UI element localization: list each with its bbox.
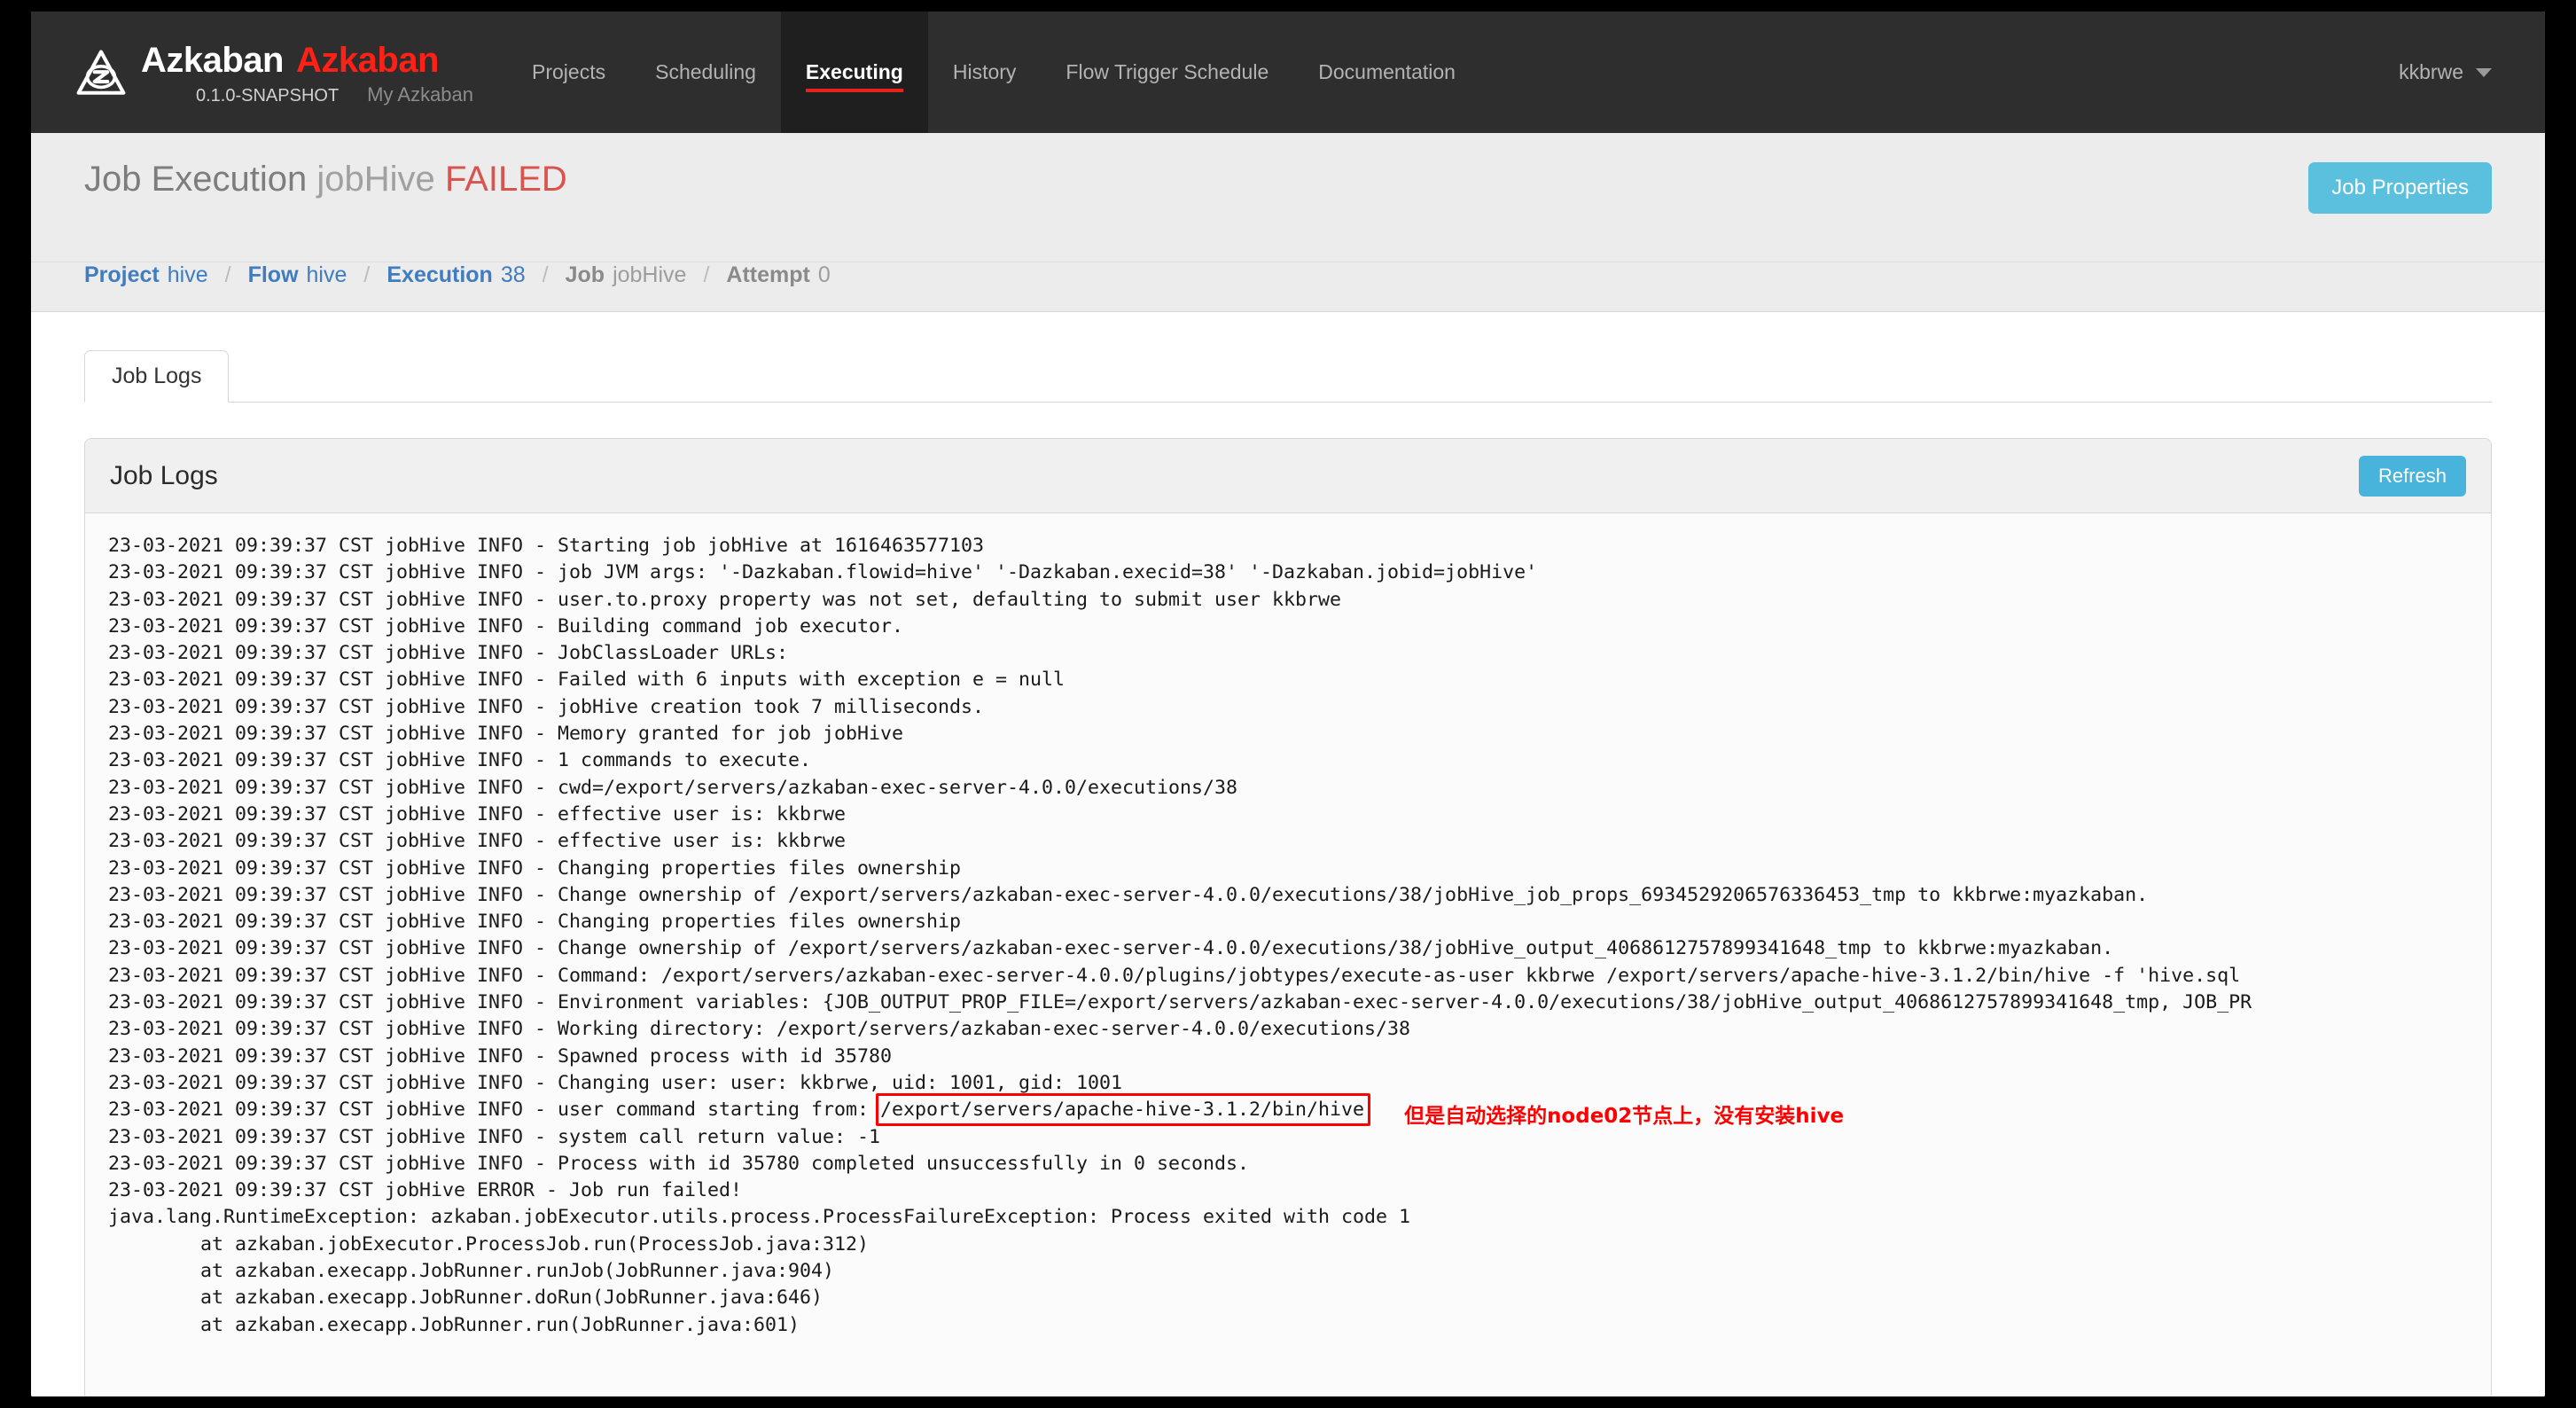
log-line: 23-03-2021 09:39:37 CST jobHive INFO - E… bbox=[108, 991, 2252, 1014]
browser-page: Azkaban Azkaban 0.1.0-SNAPSHOT My Azkaba… bbox=[31, 12, 2545, 1396]
breadcrumb-value-job: jobHive bbox=[613, 262, 687, 287]
tab-bar: Job Logs bbox=[84, 348, 2492, 403]
nav-item-projects[interactable]: Projects bbox=[507, 12, 630, 133]
log-line: 23-03-2021 09:39:37 CST jobHive INFO - C… bbox=[108, 937, 2114, 960]
nav-item-executing[interactable]: Executing bbox=[780, 12, 928, 133]
breadcrumb-key-attempt: Attempt bbox=[726, 262, 810, 287]
main-content: Job Logs Job Logs Refresh 23-03-2021 09:… bbox=[31, 312, 2545, 1396]
breadcrumb-value-execution: 38 bbox=[500, 262, 526, 287]
chevron-down-icon bbox=[2476, 67, 2492, 77]
job-logs-body[interactable]: 23-03-2021 09:39:37 CST jobHive INFO - S… bbox=[85, 513, 2491, 1396]
breadcrumb-key-flow: Flow bbox=[247, 262, 299, 287]
log-line: at azkaban.execapp.JobRunner.run(JobRunn… bbox=[108, 1313, 800, 1336]
log-line: 23-03-2021 09:39:37 CST jobHive INFO - J… bbox=[108, 642, 789, 665]
log-line: 23-03-2021 09:39:37 CST jobHive INFO - S… bbox=[108, 535, 985, 557]
brand-version: 0.1.0-SNAPSHOT bbox=[196, 86, 340, 106]
status-badge: FAILED bbox=[444, 160, 567, 199]
log-line: 23-03-2021 09:39:37 CST jobHive INFO - F… bbox=[108, 669, 1066, 692]
breadcrumb-item-project[interactable]: Project hive bbox=[84, 262, 208, 288]
job-logs-panel-title: Job Logs bbox=[110, 460, 218, 490]
job-properties-button[interactable]: Job Properties bbox=[2308, 162, 2492, 214]
job-logs-panel: Job Logs Refresh 23-03-2021 09:39:37 CST… bbox=[84, 438, 2492, 1396]
log-line: 23-03-2021 09:39:37 CST jobHive INFO - C… bbox=[108, 911, 962, 934]
log-line: 23-03-2021 09:39:37 CST jobHive INFO - j… bbox=[108, 561, 1538, 584]
breadcrumb-separator: / bbox=[363, 262, 371, 287]
log-line: 23-03-2021 09:39:37 CST jobHive INFO - S… bbox=[108, 1044, 893, 1068]
log-line: 23-03-2021 09:39:37 CST jobHive INFO - M… bbox=[108, 723, 904, 746]
breadcrumb-separator: / bbox=[224, 262, 231, 287]
brand-area[interactable]: Azkaban Azkaban 0.1.0-SNAPSHOT My Azkaba… bbox=[31, 12, 473, 106]
nav-item-documentation[interactable]: Documentation bbox=[1293, 12, 1480, 133]
log-line: at azkaban.execapp.JobRunner.doRun(JobRu… bbox=[108, 1287, 824, 1310]
breadcrumb-value-project: hive bbox=[167, 262, 208, 287]
nav-item-flow-trigger-schedule[interactable]: Flow Trigger Schedule bbox=[1041, 12, 1293, 133]
log-line: 23-03-2021 09:39:37 CST jobHive INFO - C… bbox=[108, 883, 2149, 906]
log-line: 23-03-2021 09:39:37 CST jobHive INFO - s… bbox=[108, 1125, 881, 1148]
tab-job-logs[interactable]: Job Logs bbox=[84, 350, 230, 403]
log-line: 23-03-2021 09:39:37 CST jobHive INFO - c… bbox=[108, 776, 1238, 799]
breadcrumb-item-job: Job jobHive bbox=[566, 262, 687, 288]
log-line: 23-03-2021 09:39:37 CST jobHive INFO - C… bbox=[108, 857, 962, 880]
nav-links: Projects Scheduling Executing History Fl… bbox=[507, 12, 1480, 133]
brand-project-name: Azkaban bbox=[296, 41, 440, 80]
nav-right: kkbrwe bbox=[2399, 12, 2492, 133]
top-navbar: Azkaban Azkaban 0.1.0-SNAPSHOT My Azkaba… bbox=[31, 12, 2545, 133]
breadcrumb-key-job: Job bbox=[565, 262, 605, 287]
log-line: 23-03-2021 09:39:37 CST jobHive INFO - j… bbox=[108, 695, 985, 718]
log-line: 23-03-2021 09:39:37 CST jobHive INFO - C… bbox=[108, 1071, 1123, 1094]
nav-item-scheduling[interactable]: Scheduling bbox=[630, 12, 781, 133]
azkaban-triangle-z-logo-icon bbox=[75, 48, 127, 99]
log-line: at azkaban.execapp.JobRunner.runJob(JobR… bbox=[108, 1260, 835, 1283]
page-title-job: jobHive bbox=[316, 160, 435, 199]
log-line: 23-03-2021 09:39:37 CST jobHive ERROR - … bbox=[108, 1179, 743, 1202]
user-menu[interactable]: kkbrwe bbox=[2399, 60, 2492, 84]
brand-subtitle: My Azkaban bbox=[367, 83, 474, 106]
log-line: 23-03-2021 09:39:37 CST jobHive INFO - e… bbox=[108, 830, 847, 853]
breadcrumb-key-execution: Execution bbox=[386, 262, 493, 287]
refresh-button[interactable]: Refresh bbox=[2358, 455, 2466, 497]
page-title: Job Execution jobHive FAILED bbox=[84, 160, 2492, 199]
log-line: 23-03-2021 09:39:37 CST jobHive INFO - B… bbox=[108, 614, 904, 638]
breadcrumb-value-flow: hive bbox=[306, 262, 347, 287]
page-header: Job Execution jobHive FAILED Job Propert… bbox=[31, 133, 2545, 262]
brand-name: Azkaban bbox=[141, 41, 285, 80]
log-line: 23-03-2021 09:39:37 CST jobHive INFO - C… bbox=[108, 964, 2241, 987]
nav-item-history[interactable]: History bbox=[928, 12, 1042, 133]
log-line: at azkaban.jobExecutor.ProcessJob.run(Pr… bbox=[108, 1232, 870, 1255]
log-line: 23-03-2021 09:39:37 CST jobHive INFO - u… bbox=[108, 1099, 1365, 1122]
page-title-prefix: Job Execution bbox=[84, 160, 308, 199]
log-line: java.lang.RuntimeException: azkaban.jobE… bbox=[108, 1206, 1411, 1229]
breadcrumb-separator: / bbox=[542, 262, 549, 287]
breadcrumb-item-attempt: Attempt 0 bbox=[726, 262, 830, 288]
job-logs-panel-header: Job Logs Refresh bbox=[85, 439, 2491, 513]
log-line: 23-03-2021 09:39:37 CST jobHive INFO - P… bbox=[108, 1152, 1250, 1175]
log-line: 23-03-2021 09:39:37 CST jobHive INFO - 1… bbox=[108, 749, 812, 772]
breadcrumb-value-attempt: 0 bbox=[817, 262, 831, 287]
breadcrumb-item-flow[interactable]: Flow hive bbox=[248, 262, 347, 288]
log-line: 23-03-2021 09:39:37 CST jobHive INFO - u… bbox=[108, 588, 1342, 611]
user-menu-label: kkbrwe bbox=[2399, 60, 2463, 83]
log-line: 23-03-2021 09:39:37 CST jobHive INFO - e… bbox=[108, 802, 847, 825]
breadcrumb-key-project: Project bbox=[84, 262, 160, 287]
breadcrumb-item-execution[interactable]: Execution 38 bbox=[386, 262, 525, 288]
breadcrumb: Project hive / Flow hive / Execution 38 … bbox=[31, 262, 2545, 312]
job-logs-text: 23-03-2021 09:39:37 CST jobHive INFO - S… bbox=[108, 533, 2468, 1339]
annotation-note: 但是自动选择的node02节点上，没有安装hive bbox=[1404, 1105, 1845, 1129]
breadcrumb-separator: / bbox=[703, 262, 710, 287]
log-line: 23-03-2021 09:39:37 CST jobHive INFO - W… bbox=[108, 1018, 1411, 1041]
